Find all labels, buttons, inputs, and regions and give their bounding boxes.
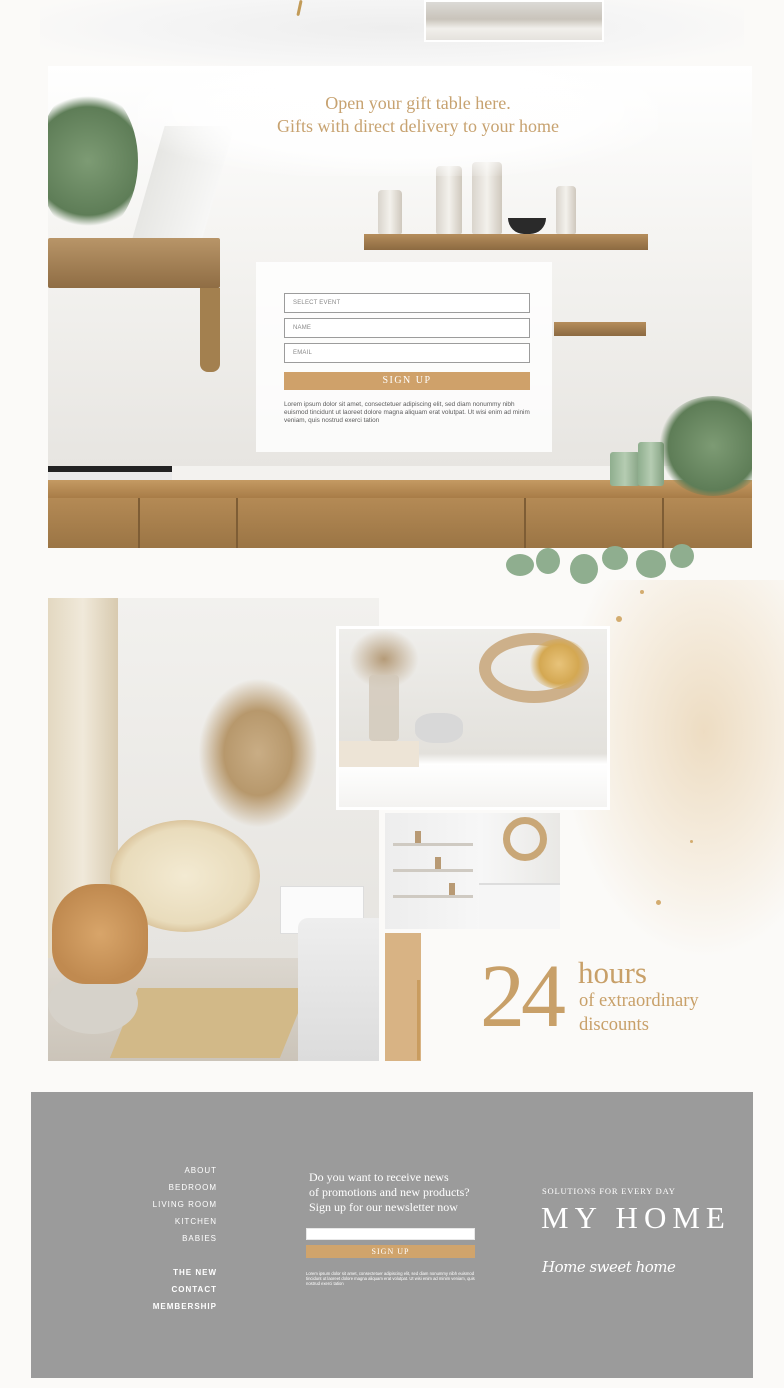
gift-table-hero: Open your gift table here. Gifts with di… [48,66,752,548]
bookshelf-photo [385,813,560,929]
upper-wall-shelf [364,234,648,250]
nav-link-the-new[interactable]: THE NEW [173,1268,217,1277]
newsletter-signup-button[interactable]: SIGN UP [306,1245,475,1258]
nav-link-babies[interactable]: BABIES [182,1234,217,1243]
gold-dot [616,616,622,622]
select-event-dropdown[interactable]: SELECT EVENT [284,293,530,313]
nav-link-about[interactable]: ABOUT [184,1166,217,1175]
lower-wall-shelf [554,322,646,336]
glass-jar [378,190,402,234]
gold-dot [690,840,693,843]
promo-line-3: discounts [579,1015,649,1035]
nav-link-kitchen[interactable]: KITCHEN [175,1217,217,1226]
top-photo-fragment [424,0,604,42]
nav-link-contact[interactable]: CONTACT [171,1285,217,1294]
gold-accent-stroke [417,980,420,1060]
teddy-bear [52,884,148,984]
gift-table-form: SELECT EVENT NAME EMAIL SIGN UP Lorem ip… [256,262,552,452]
promo-line-2: of extraordinary [579,991,699,1011]
bed [298,918,379,1061]
mantel-decor-photo [336,626,610,810]
book [435,857,441,869]
small-wreath [503,817,547,861]
gift-table-signup-button[interactable]: SIGN UP [284,372,530,390]
dried-flowers [529,639,589,689]
cabinet-seam [236,498,238,548]
gift-table-title-line1: Open your gift table here. [325,93,511,113]
leaf [670,544,694,568]
newsletter-prompt: Do you want to receive news of promotion… [309,1170,509,1215]
site-footer: ABOUT BEDROOM LIVING ROOM KITCHEN BABIES… [31,1092,753,1378]
gold-dot [656,900,661,905]
gift-table-description: Lorem ipsum dolor sit amet, consectetuer… [284,401,530,424]
newsletter-disclaimer: Lorem ipsum dolor sit amet, consectetuer… [306,1271,475,1287]
book [415,831,421,843]
newsletter-line-3: Sign up for our newsletter now [309,1200,458,1214]
nav-link-bedroom[interactable]: BEDROOM [169,1183,217,1192]
shelf-plank [393,869,473,872]
newsletter-line-1: Do you want to receive news [309,1170,449,1184]
brand-logo: MY HOME [541,1200,731,1235]
vase [556,186,576,234]
leaf [506,554,534,576]
promo-unit: hours [578,955,647,990]
leaf [602,546,628,570]
green-canister [610,452,640,486]
white-chest [479,883,560,929]
shelf-plank [393,843,473,846]
newsletter-line-2: of promotions and new products? [309,1185,470,1199]
glass-vase [369,675,399,741]
jute-rug [109,988,309,1058]
woven-box [339,741,419,767]
brand-tagline: SOLUTIONS FOR EVERY DAY [542,1186,676,1196]
shelf-plank [393,895,473,898]
newsletter-email-input[interactable] [306,1228,475,1240]
bedroom-photo [48,598,379,1061]
email-field[interactable]: EMAIL [284,343,530,363]
pampas-grass [198,678,318,828]
hood-wooden-mantle [48,238,220,288]
top-watercolor-wash [40,0,744,70]
leaf [570,554,598,584]
leaf [536,548,560,574]
book [449,883,455,895]
leaf [636,550,666,578]
glass-jar [436,166,462,234]
promo-number: 24 [480,947,566,1046]
nav-link-membership[interactable]: MEMBERSHIP [153,1302,217,1311]
gift-table-title-line2: Gifts with direct delivery to your home [277,116,559,136]
cabinet-seam [138,498,140,548]
coral-ornament [415,713,463,743]
hood-bracket [200,288,220,372]
nav-link-living-room[interactable]: LIVING ROOM [153,1200,217,1209]
eucalyptus-branch [476,540,706,600]
gold-accent-block [385,933,421,1061]
brand-signature: Home sweet home [542,1258,676,1276]
name-field[interactable]: NAME [284,318,530,338]
gift-table-title: Open your gift table here. Gifts with di… [248,92,588,138]
